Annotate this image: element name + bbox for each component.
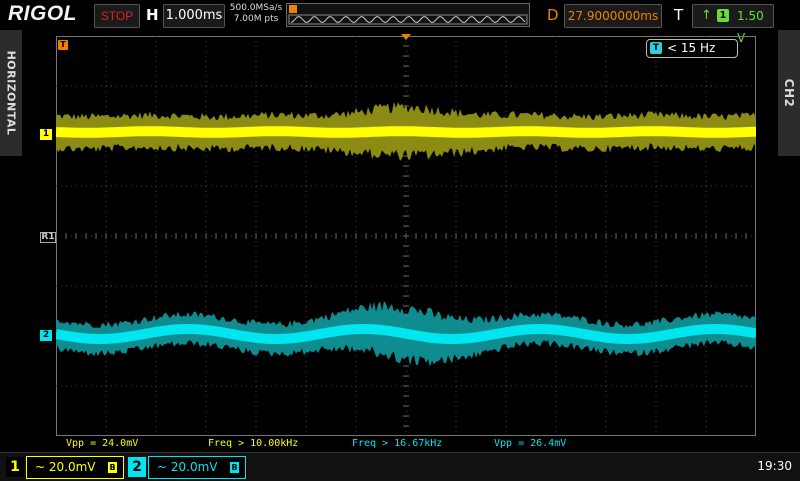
ch1-number[interactable]: 1 (6, 457, 24, 477)
ch2-number[interactable]: 2 (128, 457, 146, 477)
ch1-scale: ~ 20.0mV (35, 460, 96, 474)
brand-logo: RIGOL (8, 2, 77, 25)
memory-wave-preview (290, 15, 526, 24)
measurement-ch2-freq: Freq > 16.67kHz (352, 438, 443, 449)
measurement-ch2-vpp: Vpp = 26.4mV (494, 438, 567, 449)
top-status-bar: RIGOL STOP H 1.000ms 500.0MSa/s 7.00M pt… (0, 0, 800, 45)
horizontal-tab-label: HORIZONTAL (4, 50, 18, 136)
ref-marker[interactable]: R1 (40, 232, 56, 243)
horizontal-label: H (146, 6, 159, 24)
ch2-tab-label: CH2 (782, 78, 796, 108)
ch2-menu-tab[interactable]: CH2 (778, 30, 800, 156)
measurement-ch1-freq: Freq > 10.00kHz (208, 438, 299, 449)
acquisition-info: 500.0MSa/s 7.00M pts (229, 3, 283, 25)
filter-readout-box: T < 15 Hz (646, 39, 738, 58)
horizontal-delay-readout[interactable]: 27.9000000ms (564, 4, 662, 28)
bandwidth-limit-icon: B (230, 462, 239, 473)
measurement-ch1-vpp: Vpp = 24.0mV (66, 438, 139, 449)
filter-readout: < 15 Hz (667, 41, 716, 55)
clock: 19:30 (757, 459, 792, 473)
trigger-level-marker[interactable]: T (58, 40, 68, 50)
memory-depth: 7.00M pts (233, 14, 279, 24)
ch1-offset-marker[interactable]: 1 (40, 129, 52, 140)
bandwidth-limit-icon: B (108, 462, 117, 473)
waveform-traces (56, 101, 756, 367)
memory-overview-strip[interactable] (286, 3, 530, 27)
waveform-display[interactable]: T < 15 Hz (56, 36, 756, 436)
delay-label: D (547, 6, 559, 24)
trigger-settings[interactable]: ↑ 1 1.50 V (692, 4, 774, 45)
timebase-readout[interactable]: 1.000ms (163, 4, 225, 28)
sample-rate: 500.0MSa/s (229, 3, 283, 13)
run-stop-status[interactable]: STOP (94, 4, 140, 28)
rising-edge-icon: ↑ (701, 8, 712, 23)
ch1-trace (56, 126, 756, 138)
trigger-position-icon (289, 5, 297, 13)
ch2-scale: ~ 20.0mV (157, 460, 218, 474)
horizontal-menu-tab[interactable]: HORIZONTAL (0, 30, 22, 156)
ch2-scale-box[interactable]: ~ 20.0mV B (148, 456, 246, 479)
filter-icon: T (650, 42, 662, 54)
trigger-position-marker[interactable] (401, 34, 411, 40)
trigger-source-badge: 1 (717, 9, 729, 22)
channel-status-bar: 1 ~ 20.0mV B 2 ~ 20.0mV B 19:30 (0, 452, 800, 481)
ch2-offset-marker[interactable]: 2 (40, 330, 52, 341)
ch1-scale-box[interactable]: ~ 20.0mV B (26, 456, 124, 479)
trigger-label: T (674, 6, 684, 24)
